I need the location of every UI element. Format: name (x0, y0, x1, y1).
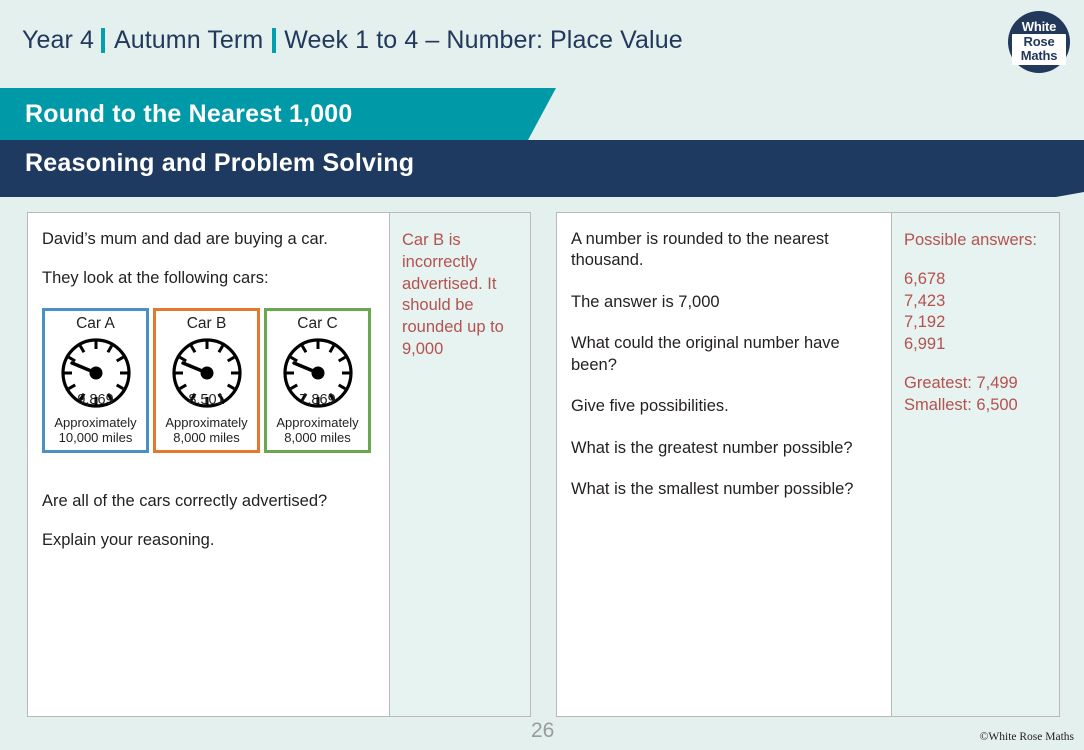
title-year: Year 4 (22, 26, 94, 54)
car-a-odometer-gauge: 9,869 (57, 334, 135, 412)
car-b-odometer-gauge: 8,501 (168, 334, 246, 412)
question-2-line-3: What could the original number have been… (571, 334, 840, 374)
worksheet-panels: David’s mum and dad are buying a car. Th… (27, 212, 1060, 717)
car-c-odometer-gauge: 7,869 (279, 334, 357, 412)
question-2-line-2: The answer is 7,000 (571, 292, 720, 311)
car-c-approx-line-1: Approximately (276, 414, 359, 430)
title-separator-icon-2 (272, 28, 277, 53)
car-c-approx-line-2: 8,000 miles (284, 429, 351, 445)
white-rose-maths-logo: White Rose Maths (1008, 11, 1070, 73)
topic-banner-label: Round to the Nearest 1,000 (25, 99, 353, 128)
car-b-approx: Approximately 8,000 miles (165, 415, 247, 445)
question-2-line-1: A number is rounded to the nearest thous… (571, 230, 829, 270)
question-1-line-4: Explain your reasoning. (42, 531, 215, 550)
logo-line-maths: Maths (1020, 47, 1058, 63)
car-c-approx: Approximately 8,000 miles (276, 415, 358, 445)
question-2-line-5: What is the greatest number possible? (571, 438, 853, 457)
answer-2-greatest: Greatest: 7,499 (904, 373, 1018, 392)
car-a-reading: 9,869 (77, 391, 114, 408)
section-banner: Reasoning and Problem Solving (0, 140, 1084, 197)
answer-2-value-4: 6,991 (904, 335, 946, 354)
question-1-line-1: David’s mum and dad are buying a car. (42, 230, 328, 248)
page-title: Year 4 Autumn Term Week 1 to 4 – Number:… (22, 26, 683, 55)
activity-2-answer: Possible answers: 6,678 7,423 7,192 6,99… (892, 213, 1059, 716)
activity-1-question: David’s mum and dad are buying a car. Th… (28, 213, 390, 716)
question-1-line-3: Are all of the cars correctly advertised… (42, 491, 328, 510)
topic-banner: Round to the Nearest 1,000 (0, 88, 556, 140)
car-card-b: Car B 8,501 Approximately 8,000 miles (153, 307, 260, 453)
car-a-approx-line-2: 10,000 miles (58, 429, 133, 445)
title-week-topic: Week 1 to 4 – Number: Place Value (284, 26, 683, 54)
answer-2-value-3: 7,192 (904, 313, 946, 332)
question-2-line-6: What is the smallest number possible? (571, 480, 854, 499)
car-b-approx-line-1: Approximately (165, 414, 248, 430)
car-card-c: Car C 7,869 Approximately 8,000 miles (264, 307, 371, 453)
answer-2-heading: Possible answers: (904, 231, 1037, 249)
question-2-line-4: Give five possibilities. (571, 397, 729, 416)
activity-1-answer: Car B is incorrectly advertised. It shou… (390, 213, 530, 716)
car-b-approx-line-2: 8,000 miles (173, 429, 240, 445)
answer-2-smallest: Smallest: 6,500 (904, 395, 1018, 414)
answer-2-spacer-2 (904, 356, 1049, 373)
answer-2-value-2: 7,423 (904, 291, 946, 310)
car-a-approx: Approximately 10,000 miles (54, 415, 136, 445)
copyright-notice: ©White Rose Maths (979, 731, 1074, 743)
answer-1-text: Car B is incorrectly advertised. It shou… (402, 231, 504, 358)
section-banner-label: Reasoning and Problem Solving (25, 149, 415, 177)
logo-band: Rose Maths (1012, 33, 1066, 65)
car-c-reading: 7,869 (299, 391, 336, 408)
logo-line-rose: Rose (1023, 33, 1055, 49)
logo-line-white: White (1021, 18, 1057, 34)
activity-2-question: A number is rounded to the nearest thous… (557, 213, 892, 716)
title-term: Autumn Term (113, 26, 264, 54)
car-a-approx-line-1: Approximately (54, 414, 137, 430)
car-a-name: Car A (76, 314, 115, 332)
car-c-name: Car C (297, 314, 338, 332)
car-b-reading: 8,501 (188, 391, 225, 408)
activity-panel-2: A number is rounded to the nearest thous… (556, 212, 1060, 717)
title-separator-icon (100, 28, 105, 53)
car-card-a: Car A 9,869 Approximately 10,000 miles (42, 307, 149, 453)
page-number: 26 (531, 719, 555, 742)
answer-2-spacer (904, 252, 1049, 269)
car-b-name: Car B (186, 314, 227, 332)
activity-panel-1: David’s mum and dad are buying a car. Th… (27, 212, 531, 717)
answer-2-value-1: 6,678 (904, 269, 946, 288)
question-1-line-2: They look at the following cars: (42, 269, 269, 288)
car-card-group: Car A 9,869 Approximately 10,000 miles C… (42, 307, 371, 453)
